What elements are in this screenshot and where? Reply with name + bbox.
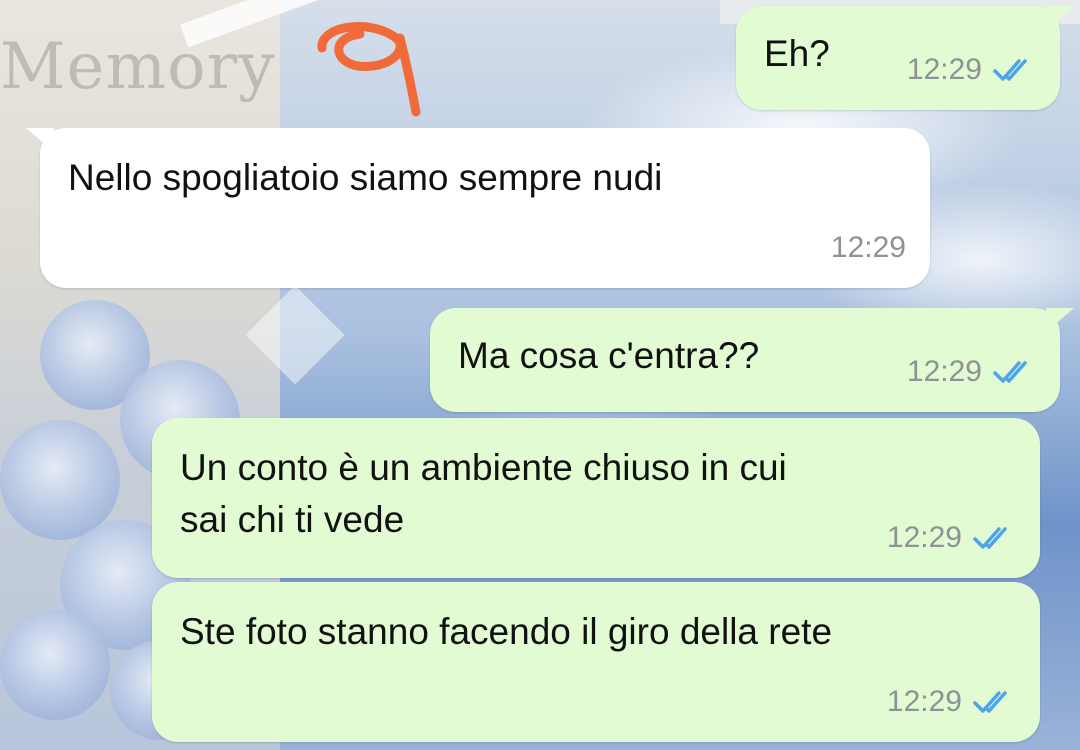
message-meta: 12:29 — [907, 44, 1036, 96]
message-time: 12:29 — [886, 521, 962, 554]
outgoing-message[interactable]: Un conto è un ambiente chiuso in cui sai… — [152, 418, 1040, 578]
message-text: Un conto è un ambiente chiuso in cui sai… — [180, 447, 787, 540]
message-meta: 12:29 — [831, 222, 906, 274]
double-check-icon — [973, 527, 1007, 549]
wallpaper-flower — [0, 610, 110, 720]
double-check-icon — [993, 59, 1027, 81]
double-check-icon — [973, 691, 1007, 713]
message-text: Ste foto stanno facendo il giro della re… — [180, 611, 833, 652]
wallpaper-text: Memory — [0, 30, 276, 104]
scribble-annotation — [317, 22, 421, 117]
outgoing-message[interactable]: Eh? 12:29 — [736, 6, 1074, 110]
message-time: 12:29 — [906, 53, 982, 86]
wallpaper-flower — [0, 420, 120, 540]
message-time: 12:29 — [830, 231, 906, 264]
message-text: Nello spogliatoio siamo sempre nudi — [68, 157, 663, 198]
message-meta: 12:29 — [907, 346, 1036, 398]
double-check-icon — [993, 361, 1027, 383]
message-time: 12:29 — [886, 685, 962, 718]
incoming-message[interactable]: Nello spogliatoio siamo sempre nudi 12:2… — [26, 128, 930, 288]
outgoing-message[interactable]: Ste foto stanno facendo il giro della re… — [152, 582, 1040, 742]
outgoing-message[interactable]: Ma cosa c'entra?? 12:29 — [430, 308, 1074, 412]
message-time: 12:29 — [906, 355, 982, 388]
message-meta: 12:29 — [887, 676, 1016, 728]
message-meta: 12:29 — [887, 512, 1016, 564]
